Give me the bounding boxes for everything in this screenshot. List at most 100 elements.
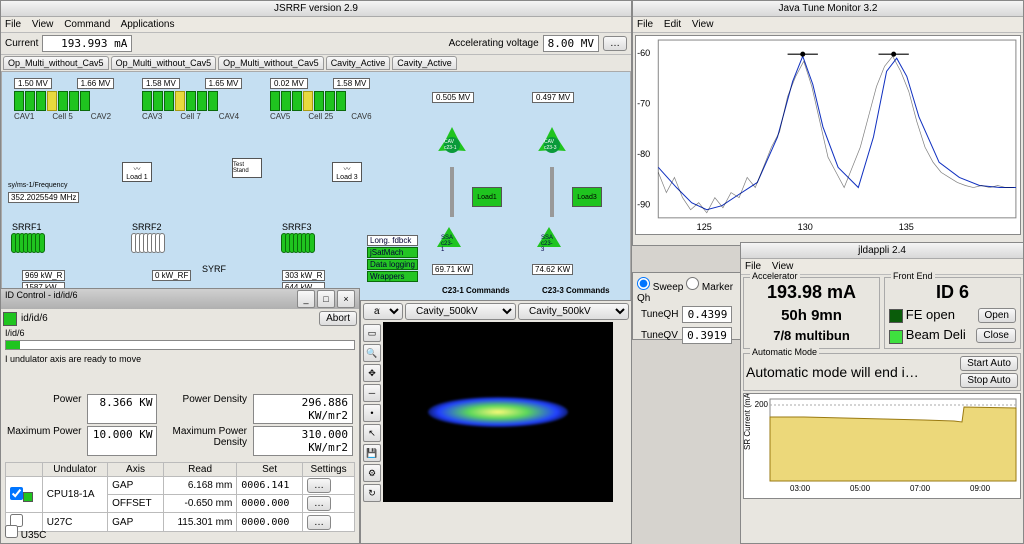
sweep-radio[interactable]	[637, 277, 650, 290]
tunemonitor-window: Java Tune Monitor 3.2 File Edit View -60…	[632, 0, 1024, 246]
load3-box: 〰Load 3	[332, 162, 362, 182]
tune-menu-file[interactable]: File	[637, 19, 653, 30]
beam-status-icon	[889, 330, 903, 344]
beam-label: Beam Deli	[906, 327, 966, 342]
image-toolbar: ▭ 🔍 ✥ ─ • ↖ 💾 ⚙ ↻	[361, 322, 383, 530]
srrf2-label: SRRF2	[132, 222, 162, 232]
auto-message: Automatic mode will end i…	[746, 364, 956, 380]
tuneqh-value: 0.4399	[682, 306, 732, 323]
c23-1-header: C23-1 Commands	[442, 286, 510, 295]
stopauto-button[interactable]: Stop Auto	[960, 373, 1018, 388]
jld-title: jldappli 2.4	[741, 243, 1023, 259]
tab-op3[interactable]: Op_Multi_without_Cav5	[218, 56, 324, 70]
auto-fieldset-title: Automatic Mode	[750, 347, 819, 357]
tune-menu-view[interactable]: View	[692, 19, 714, 30]
acc-lifetime: 50h 9mn	[746, 305, 877, 326]
accv-more-button[interactable]: …	[603, 36, 627, 51]
tool-settings-icon[interactable]: ⚙	[363, 464, 381, 482]
cav2-mv: 1.66 MV	[77, 78, 115, 89]
max-icon[interactable]: □	[317, 290, 335, 308]
power-value: 8.366 KW	[87, 394, 157, 424]
tab-op2[interactable]: Op_Multi_without_Cav5	[111, 56, 217, 70]
tool-refresh-icon[interactable]: ↻	[363, 484, 381, 502]
menu-view[interactable]: View	[32, 19, 54, 30]
close-icon[interactable]: ×	[337, 290, 355, 308]
current-label: Current	[5, 38, 38, 49]
table-row[interactable]: CPU18-1A GAP 6.168 mm 0006.141 …	[6, 477, 355, 495]
commands-window: av5 Cavity_500kV Cavity_500kV ▭ 🔍 ✥ ─ • …	[360, 300, 632, 544]
menu-file[interactable]: File	[5, 19, 21, 30]
tab-op1[interactable]: Op_Multi_without_Cav5	[3, 56, 109, 70]
ytick: -60	[637, 48, 650, 58]
svg-text:-90: -90	[637, 200, 650, 210]
datalogging-button[interactable]: Data logging	[367, 259, 418, 270]
table-row[interactable]: U27C GAP 115.301 mm 0000.000 …	[6, 513, 355, 532]
ssa2-icon: SSA c23-3	[537, 227, 561, 247]
cmd-select-1[interactable]: av5	[363, 303, 403, 320]
syrf-label: SYRF	[202, 264, 226, 274]
cell5-icon	[47, 91, 57, 111]
tune-menu-edit[interactable]: Edit	[664, 19, 681, 30]
row3-settings-button[interactable]: …	[307, 515, 331, 530]
u35c-checkbox[interactable]	[5, 525, 18, 538]
accv-label: Accelerating voltage	[449, 38, 539, 49]
svg-text:130: 130	[798, 222, 813, 232]
menu-applications[interactable]: Applications	[121, 19, 175, 30]
sr-current-chart[interactable]: SR Current (mA) 200 03:00 05:00 07:00 09…	[743, 393, 1021, 499]
kw-r2: 303 kW_R	[282, 270, 325, 281]
marker-radio[interactable]	[686, 277, 699, 290]
hom1-load-icon: Load1	[472, 187, 502, 207]
tool-select-icon[interactable]: ▭	[363, 324, 381, 342]
tab-cavact2[interactable]: Cavity_Active	[392, 56, 457, 70]
hom1-mv: 0.505 MV	[432, 92, 474, 103]
tool-pan-icon[interactable]: ✥	[363, 364, 381, 382]
open-button[interactable]: Open	[978, 308, 1016, 323]
row1-settings-button[interactable]: …	[307, 478, 331, 493]
menu-command[interactable]: Command	[64, 19, 110, 30]
abort-button[interactable]: Abort	[319, 311, 357, 326]
row3-set-input[interactable]: 0000.000	[237, 513, 303, 532]
startauto-button[interactable]: Start Auto	[960, 356, 1018, 371]
tool-point-icon[interactable]: •	[363, 404, 381, 422]
jsrrf-window: JSRRF version 2.9 File View Command Appl…	[0, 0, 632, 300]
beam-image[interactable]	[383, 322, 613, 502]
tuneqv-value: 0.3919	[682, 327, 732, 344]
tab-cavact1[interactable]: Cavity_Active	[326, 56, 391, 70]
acc-mode: 7/8 multibun	[746, 326, 877, 345]
tune-controls: Sweep Marker Qh TuneQH0.4399 TuneQV0.391…	[632, 272, 752, 340]
tune-spectrum-chart[interactable]: -60 -70 -80 -90 125 130 135	[635, 35, 1021, 235]
svg-text:-70: -70	[637, 99, 650, 109]
fe-fieldset-title: Front End	[891, 271, 935, 281]
jsrrf-title: JSRRF version 2.9	[1, 1, 631, 17]
tool-zoom-icon[interactable]: 🔍	[363, 344, 381, 362]
cmd-select-2[interactable]: Cavity_500kV	[405, 303, 516, 320]
cav1-mv: 1.50 MV	[14, 78, 52, 89]
srrf3-assembly-icon	[282, 233, 314, 253]
row1-set-input[interactable]: 0006.141	[237, 477, 303, 495]
cmd-select-3[interactable]: Cavity_500kV	[518, 303, 629, 320]
wrappers-button[interactable]: Wrappers	[367, 271, 418, 282]
maxpd-value: 310.000 KW/mr2	[253, 426, 353, 456]
status-icon	[3, 312, 17, 326]
load1-box: 〰Load 1	[122, 162, 152, 182]
pd-label: Power Density	[163, 394, 247, 424]
longfdbck-button[interactable]: Long. fdbck	[367, 235, 418, 246]
synoptic-panel: 1.50 MV 1.66 MV CAV1Cell 5CAV2 1.58 MV 1…	[1, 71, 631, 311]
idcontrol-window: ID Control - id/id/6 _ □ × id/id/6 Abort…	[0, 288, 360, 544]
fe-id: ID 6	[887, 280, 1018, 305]
row1-status-icon	[23, 492, 33, 502]
min-icon[interactable]: _	[297, 290, 315, 308]
current-value: 193.993 mA	[42, 35, 132, 52]
svg-text:135: 135	[899, 222, 914, 232]
kw-r1: 969 kW_R	[22, 270, 65, 281]
tool-save-icon[interactable]: 💾	[363, 444, 381, 462]
idcontrol-path: id/id/6	[21, 313, 48, 324]
tool-line-icon[interactable]: ─	[363, 384, 381, 402]
row1-checkbox[interactable]	[10, 487, 23, 500]
row2-set-input[interactable]: 0000.000	[237, 495, 303, 513]
close-button[interactable]: Close	[976, 328, 1016, 343]
tool-cursor-icon[interactable]: ↖	[363, 424, 381, 442]
maxpower-label: Maximum Power	[7, 426, 81, 456]
row2-settings-button[interactable]: …	[307, 496, 331, 511]
jsatmach-button[interactable]: jSatMach	[367, 247, 418, 258]
